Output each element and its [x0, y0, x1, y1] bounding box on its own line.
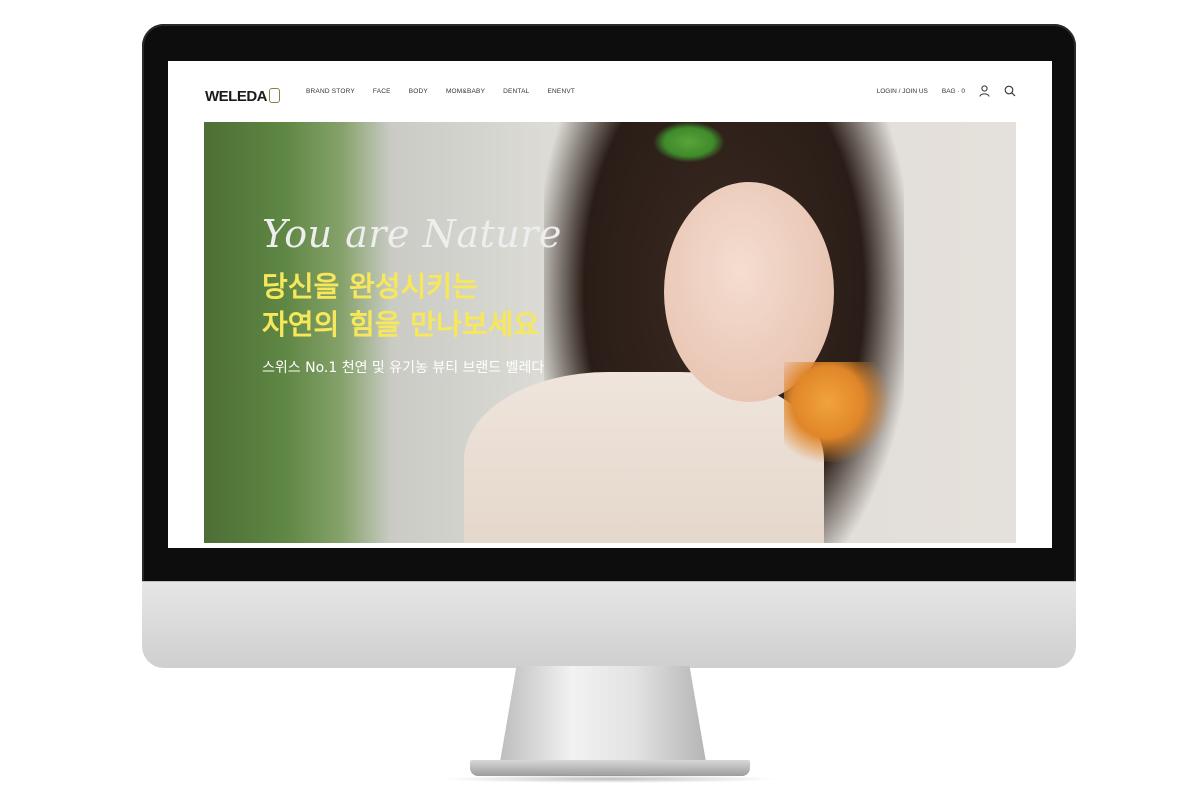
bag-link[interactable]: BAG · 0	[942, 88, 965, 95]
menu-item-mom-baby[interactable]: MOM&BABY	[446, 88, 485, 95]
user-icon[interactable]	[979, 85, 990, 97]
monitor-chin	[142, 581, 1076, 668]
hero-script-title: You are Nature	[262, 212, 562, 256]
hero-headline-line1: 당신을 완성시키는	[262, 270, 478, 303]
brand-logo-text: WELEDA	[205, 88, 268, 105]
menu-item-event[interactable]: ENENVT	[547, 88, 575, 95]
brand-logo[interactable]: WELEDA	[205, 88, 280, 105]
website-screen: WELEDA BRAND STORY FACE BODY MOM&BABY DE…	[168, 61, 1052, 548]
menu-item-body[interactable]: BODY	[409, 88, 428, 95]
menu-item-dental[interactable]: DENTAL	[503, 88, 529, 95]
hero-headline-line2: 자연의 힘을 만나보세요	[262, 308, 540, 341]
hair-leaf-decoration	[654, 122, 724, 162]
flower-bouquet	[784, 362, 894, 462]
main-menu: BRAND STORY FACE BODY MOM&BABY DENTAL EN…	[306, 88, 575, 95]
login-join-link[interactable]: LOGIN / JOIN US	[877, 88, 928, 95]
menu-item-face[interactable]: FACE	[373, 88, 391, 95]
monitor-stand-base	[470, 760, 750, 776]
monitor-shadow	[440, 775, 780, 783]
monitor-stand-neck	[500, 666, 706, 762]
logo-mark-icon	[269, 88, 280, 103]
hero-subtext: 스위스 No.1 천연 및 유기농 뷰티 브랜드 벨레다	[262, 360, 545, 376]
hero-banner[interactable]: You are Nature 당신을 완성시키는 자연의 힘을 만나보세요 스위…	[204, 122, 1016, 543]
menu-item-brand-story[interactable]: BRAND STORY	[306, 88, 355, 95]
hero-headline: 당신을 완성시키는 자연의 힘을 만나보세요	[262, 268, 539, 344]
search-icon[interactable]	[1004, 85, 1016, 97]
utility-menu: LOGIN / JOIN US BAG · 0	[877, 85, 1016, 97]
top-navigation: WELEDA BRAND STORY FACE BODY MOM&BABY DE…	[168, 61, 1052, 122]
